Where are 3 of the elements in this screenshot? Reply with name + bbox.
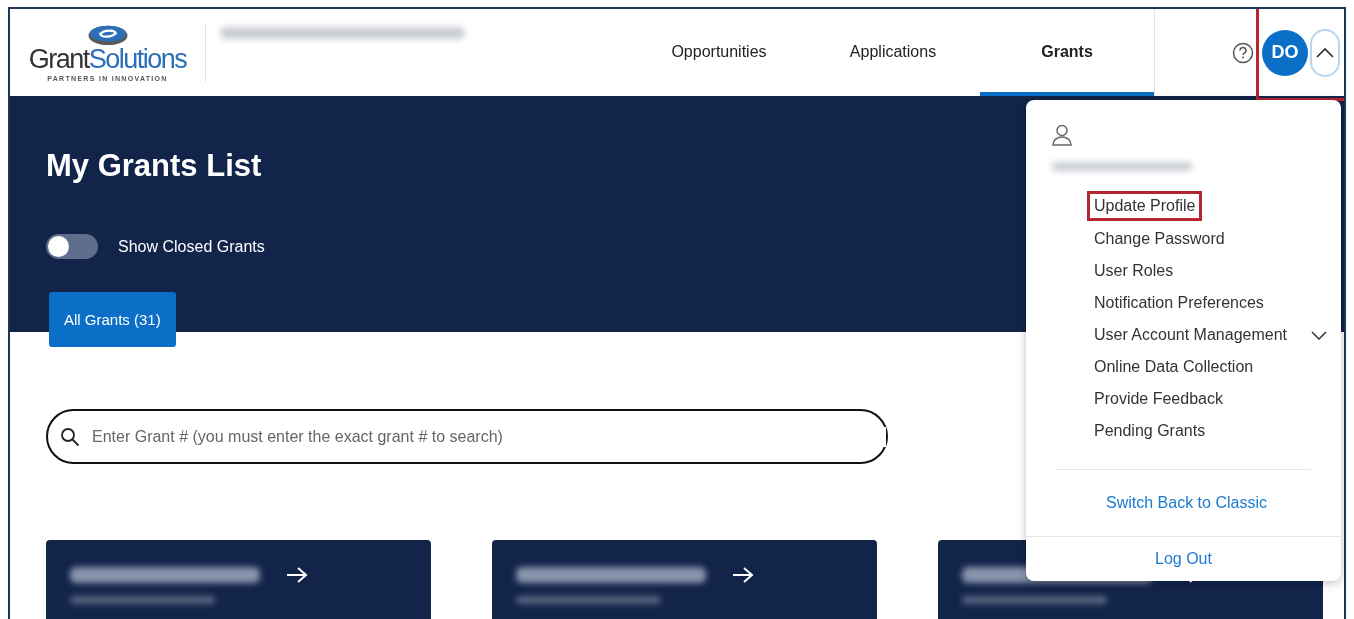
logo-wordmark: GrantSolutions [28,46,187,73]
page-title: My Grants List [46,148,262,184]
toggle-label: Show Closed Grants [118,237,265,256]
